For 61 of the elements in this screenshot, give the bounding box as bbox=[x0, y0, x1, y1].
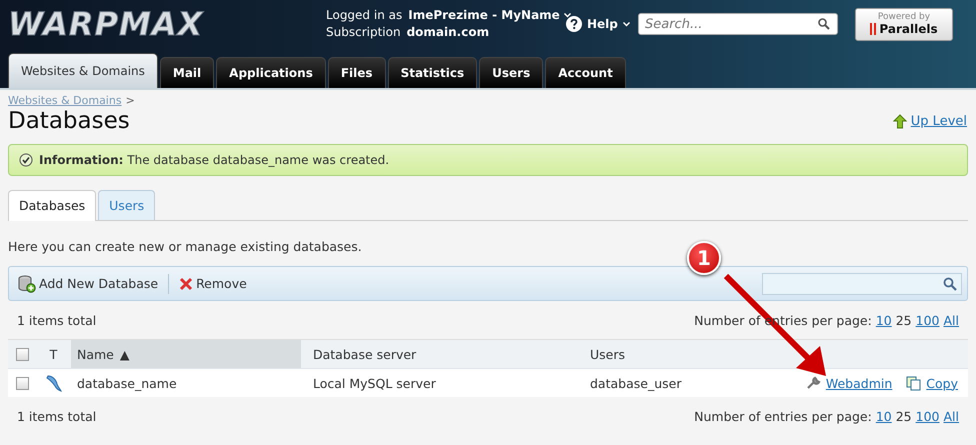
logo: WARPMAX bbox=[8, 5, 204, 43]
database-add-icon bbox=[18, 274, 36, 292]
caret-icon bbox=[622, 22, 630, 26]
column-header[interactable]: Name ▲ bbox=[71, 340, 301, 368]
powered-by-badge[interactable]: Powered by Parallels bbox=[855, 8, 953, 40]
nav-tab[interactable]: Statistics bbox=[388, 57, 478, 88]
nav-tab[interactable]: Applications bbox=[216, 57, 326, 88]
message-text: Information: The database database_name was created. bbox=[39, 153, 390, 167]
page-size-link[interactable]: All bbox=[944, 408, 959, 424]
row-checkbox[interactable] bbox=[16, 376, 28, 390]
table-cell-text: Local MySQL server bbox=[312, 376, 437, 390]
page-size-current: 25 bbox=[896, 408, 912, 424]
nav-tab[interactable]: Websites & Domains bbox=[8, 53, 158, 88]
column-header[interactable]: Users bbox=[582, 346, 782, 362]
nav-tab[interactable]: Account bbox=[545, 57, 626, 88]
breadcrumb-separator: > bbox=[126, 94, 135, 107]
table-cell-text: database_name bbox=[76, 374, 178, 393]
wrench-icon bbox=[806, 376, 821, 390]
column-header[interactable]: Database server bbox=[301, 346, 582, 362]
search-icon bbox=[943, 276, 957, 290]
copy-icon bbox=[906, 376, 922, 390]
page-size-link[interactable]: All bbox=[944, 312, 959, 328]
powered-by-label: Powered by bbox=[878, 12, 930, 22]
nav-tab[interactable]: Users bbox=[479, 57, 544, 88]
dolphin-icon bbox=[46, 374, 62, 392]
items-total: 1 items total bbox=[17, 312, 96, 328]
search-icon bbox=[818, 18, 830, 30]
subscription-name[interactable]: domain.com bbox=[406, 24, 490, 41]
page-size-link[interactable]: 100 bbox=[916, 312, 940, 328]
toolbar-button[interactable]: Remove bbox=[179, 276, 247, 291]
help-menu[interactable]: Help bbox=[566, 16, 638, 32]
select-all-checkbox[interactable] bbox=[16, 348, 28, 360]
nav-tab[interactable]: Files bbox=[328, 57, 386, 88]
page-size-link[interactable]: 100 bbox=[916, 408, 940, 424]
help-icon bbox=[566, 16, 582, 32]
action-link[interactable]: Webadmin bbox=[826, 376, 892, 390]
sub-tab[interactable]: Users bbox=[98, 190, 156, 220]
cross-icon bbox=[179, 276, 194, 290]
callout-badge: 1 bbox=[687, 241, 721, 275]
up-level-link[interactable]: Up Level bbox=[910, 114, 967, 128]
page-title: Databases bbox=[8, 108, 130, 134]
action-link[interactable]: Copy bbox=[926, 376, 958, 390]
items-total: 1 items total bbox=[17, 408, 96, 424]
column-header[interactable]: T bbox=[36, 346, 71, 362]
page-size-current: 25 bbox=[896, 312, 912, 328]
table-cell-text: database_user bbox=[589, 376, 682, 390]
toolbar-button[interactable]: Add New Database bbox=[18, 274, 158, 292]
search-field[interactable]: Search... bbox=[638, 13, 838, 35]
logged-in-label: Logged in as bbox=[326, 7, 402, 24]
up-arrow-icon bbox=[892, 114, 907, 128]
intro-text: Here you can create new or manage existing databases. bbox=[8, 239, 363, 254]
nav-tab[interactable]: Mail bbox=[160, 57, 214, 88]
page-size-link[interactable]: 10 bbox=[876, 408, 892, 424]
page-size-link[interactable]: 10 bbox=[876, 312, 892, 328]
bars-icon bbox=[870, 23, 876, 35]
sub-tab[interactable]: Databases bbox=[8, 190, 96, 221]
subscription-label: Subscription bbox=[326, 24, 401, 41]
list-search-field[interactable] bbox=[762, 272, 962, 294]
check-icon bbox=[19, 153, 33, 167]
pager-label: Number of entries per page: bbox=[694, 408, 872, 424]
brand-label: Parallels bbox=[870, 22, 938, 36]
